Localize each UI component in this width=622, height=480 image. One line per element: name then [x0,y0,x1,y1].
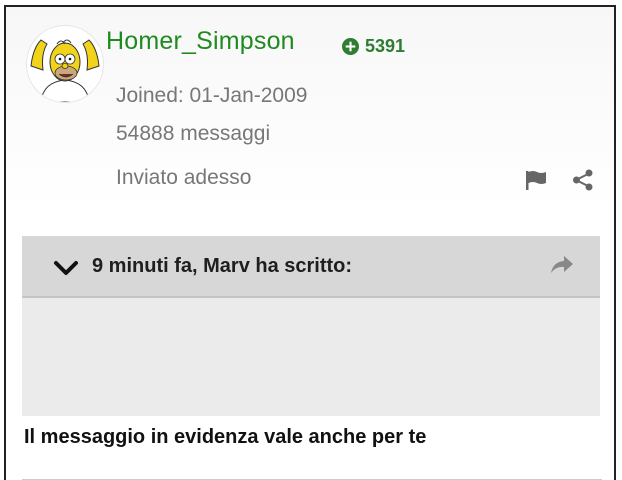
post-actions [524,169,594,191]
chevron-down-icon[interactable] [53,260,79,276]
plus-circle-icon [342,38,359,55]
quote-header[interactable]: 9 minuti fa, Marv ha scritto: [22,236,600,298]
flag-icon[interactable] [524,169,548,191]
post-message: Il messaggio in evidenza vale anche per … [24,426,427,448]
posted-time[interactable]: Inviato adesso [116,166,251,190]
reputation-count: 5391 [365,36,406,56]
quote-block: 9 minuti fa, Marv ha scritto: [22,236,600,416]
quote-author-line: 9 minuti fa, Marv ha scritto: [92,255,353,277]
username[interactable]: Homer_Simpson [106,27,295,56]
joined-date: Joined: 01-Jan-2009 [116,84,308,107]
post-count: 54888 messaggi [116,122,271,145]
forum-post: Homer_Simpson 5391 Joined: 01-Jan-2009 5… [4,5,616,480]
avatar[interactable] [26,25,104,103]
share-icon[interactable] [572,169,594,191]
share-arrow-icon[interactable] [550,254,574,276]
reputation-badge[interactable]: 5391 [342,36,405,57]
